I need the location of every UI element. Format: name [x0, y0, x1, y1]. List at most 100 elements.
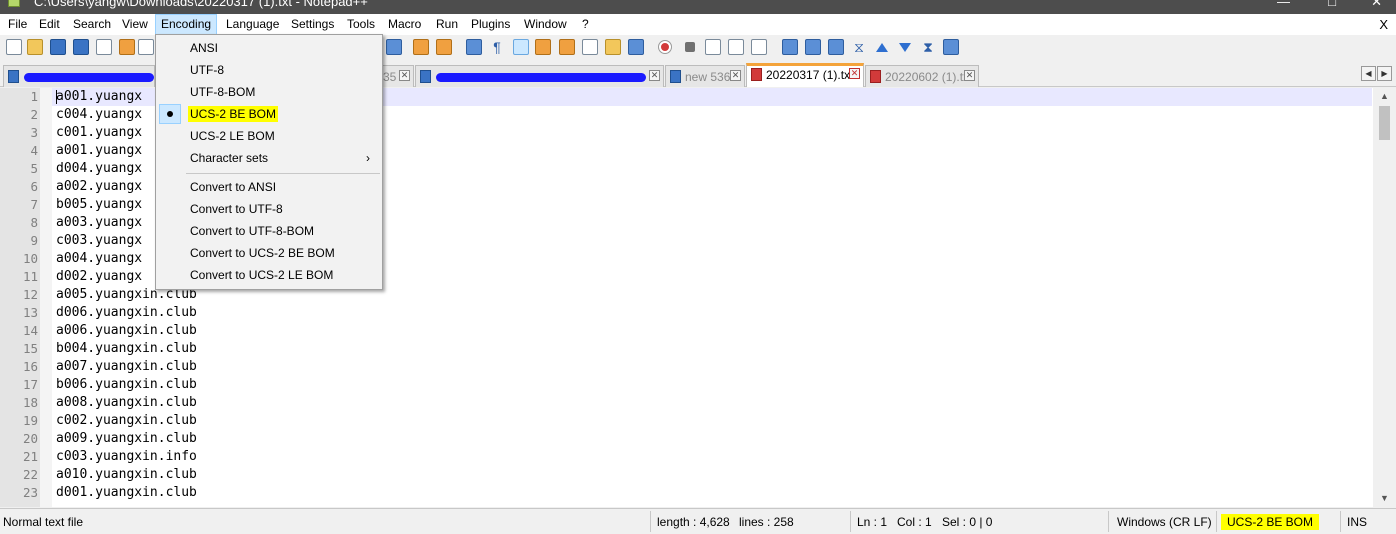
user-defined-language-icon[interactable] — [559, 39, 575, 55]
tab-35[interactable]: 35 ✕ — [380, 65, 414, 87]
playback-macro-icon[interactable] — [705, 39, 721, 55]
close-document-button[interactable]: X — [1379, 14, 1388, 35]
convert-to-utf-8[interactable]: Convert to UTF-8 — [158, 198, 380, 220]
run-macro-multiple-icon[interactable] — [728, 39, 744, 55]
compare-settings-icon[interactable] — [943, 39, 959, 55]
line-number: 22 — [22, 467, 38, 482]
maximize-button[interactable]: □ — [1328, 0, 1336, 9]
compare-icon[interactable] — [782, 39, 798, 55]
line-number: 9 — [30, 233, 38, 248]
status-encoding[interactable]: UCS-2 BE BOM — [1221, 514, 1320, 530]
unsaved-file-icon — [751, 68, 762, 81]
close-window-button[interactable]: ✕ — [1371, 0, 1382, 10]
scroll-up-arrow[interactable]: ▲ — [1373, 88, 1396, 105]
folder-workspace-icon[interactable] — [605, 39, 621, 55]
tab-close-icon[interactable]: ✕ — [649, 70, 660, 81]
tab-scroll-left-button[interactable]: ◀ — [1361, 66, 1376, 81]
vertical-scrollbar[interactable]: ▲ ▼ — [1373, 88, 1396, 507]
encoding-utf-8[interactable]: UTF-8 — [158, 59, 380, 81]
convert-to-ansi[interactable]: Convert to ANSI — [158, 176, 380, 198]
menu-encoding[interactable]: Encoding — [155, 14, 218, 35]
next-diff-icon[interactable] — [899, 43, 911, 52]
compare-clear-icon[interactable] — [805, 39, 821, 55]
encoding-character-sets[interactable]: Character sets › — [158, 147, 380, 169]
code-line: a009.yuangxin.club — [56, 431, 197, 446]
redaction-mark — [436, 73, 646, 82]
menu-run[interactable]: Run — [431, 14, 463, 35]
previous-diff-icon[interactable] — [876, 43, 888, 52]
tab-redacted-1[interactable] — [3, 65, 155, 87]
code-line: d006.yuangxin.club — [56, 305, 197, 320]
menu-search[interactable]: Search — [68, 14, 116, 35]
convert-to-ucs-2-le-bom[interactable]: Convert to UCS-2 LE BOM — [158, 264, 380, 286]
tab-close-icon[interactable]: ✕ — [964, 70, 975, 81]
zoom-out-icon[interactable] — [436, 39, 452, 55]
encoding-utf-8-bom[interactable]: UTF-8-BOM — [158, 81, 380, 103]
minimize-button[interactable]: — — [1277, 0, 1290, 9]
scroll-thumb[interactable] — [1379, 106, 1390, 140]
first-diff-icon[interactable]: ⧖ — [851, 39, 867, 55]
line-number: 2 — [30, 107, 38, 122]
menu-help[interactable]: ? — [577, 14, 594, 35]
menu-file[interactable]: File — [3, 14, 32, 35]
indent-guide-icon[interactable] — [513, 39, 529, 55]
menu-window[interactable]: Window — [519, 14, 572, 35]
word-wrap-icon[interactable] — [535, 39, 551, 55]
line-number: 19 — [22, 413, 38, 428]
status-insert-mode[interactable]: INS — [1347, 515, 1367, 529]
menu-macro[interactable]: Macro — [383, 14, 426, 35]
save-macro-icon[interactable] — [751, 39, 767, 55]
print-icon[interactable] — [138, 39, 154, 55]
convert-to-ucs-2-be-bom[interactable]: Convert to UCS-2 BE BOM — [158, 242, 380, 264]
menu-tools[interactable]: Tools — [342, 14, 380, 35]
sync-scroll-icon[interactable] — [466, 39, 482, 55]
new-file-icon[interactable] — [6, 39, 22, 55]
compare-navigate-icon[interactable] — [828, 39, 844, 55]
line-number: 4 — [30, 143, 38, 158]
code-line: b005.yuangx — [56, 197, 143, 212]
menu-bar: File Edit Search View Encoding Language … — [0, 14, 1396, 35]
tab-redacted-2[interactable]: ✕ — [415, 65, 664, 87]
replace-icon[interactable] — [386, 39, 402, 55]
code-line: a003.yuangx — [56, 215, 143, 230]
tab-close-icon[interactable]: ✕ — [399, 70, 410, 81]
last-diff-icon[interactable]: ⧗ — [920, 39, 936, 55]
close-file-icon[interactable] — [96, 39, 112, 55]
zoom-in-icon[interactable] — [413, 39, 429, 55]
tab-scroll-right-button[interactable]: ▶ — [1377, 66, 1392, 81]
line-number: 16 — [22, 359, 38, 374]
menu-plugins[interactable]: Plugins — [466, 14, 515, 35]
menu-item-label: Convert to UTF-8-BOM — [190, 224, 315, 238]
menu-view[interactable]: View — [117, 14, 153, 35]
convert-to-utf-8-bom[interactable]: Convert to UTF-8-BOM — [158, 220, 380, 242]
monitoring-eye-icon[interactable] — [628, 39, 644, 55]
stop-recording-icon[interactable] — [685, 42, 695, 52]
code-line: d004.yuangx — [56, 161, 143, 176]
tab-close-icon[interactable]: ✕ — [730, 70, 741, 81]
save-icon[interactable] — [50, 39, 66, 55]
code-line: c003.yuangx — [56, 233, 143, 248]
scroll-down-arrow[interactable]: ▼ — [1373, 490, 1396, 507]
open-file-icon[interactable] — [27, 39, 43, 55]
status-eol-format[interactable]: Windows (CR LF) — [1117, 515, 1212, 529]
save-all-icon[interactable] — [73, 39, 89, 55]
tab-label: 20220317 (1).txt — [766, 68, 854, 82]
menu-settings[interactable]: Settings — [286, 14, 339, 35]
menu-edit[interactable]: Edit — [34, 14, 65, 35]
status-separator — [1340, 511, 1341, 532]
tab-20220317-1-txt[interactable]: 20220317 (1).txt ✕ — [746, 63, 864, 87]
encoding-ucs-2-be-bom[interactable]: UCS-2 BE BOM — [158, 103, 380, 125]
close-all-icon[interactable] — [119, 39, 135, 55]
tab-close-icon[interactable]: ✕ — [849, 68, 860, 79]
code-line: a001.yuangx — [56, 143, 143, 158]
code-line: b004.yuangxin.club — [56, 341, 197, 356]
show-all-characters-icon[interactable]: ¶ — [489, 39, 505, 55]
line-number: 17 — [22, 377, 38, 392]
tab-20220602-1-txt[interactable]: 20220602 (1).txt ✕ — [865, 65, 979, 87]
function-list-icon[interactable] — [582, 39, 598, 55]
menu-language[interactable]: Language — [221, 14, 284, 35]
encoding-ansi[interactable]: ANSI — [158, 37, 380, 59]
record-macro-icon[interactable] — [659, 41, 671, 53]
tab-new-536[interactable]: new 536 ✕ — [665, 65, 745, 87]
encoding-ucs-2-le-bom[interactable]: UCS-2 LE BOM — [158, 125, 380, 147]
